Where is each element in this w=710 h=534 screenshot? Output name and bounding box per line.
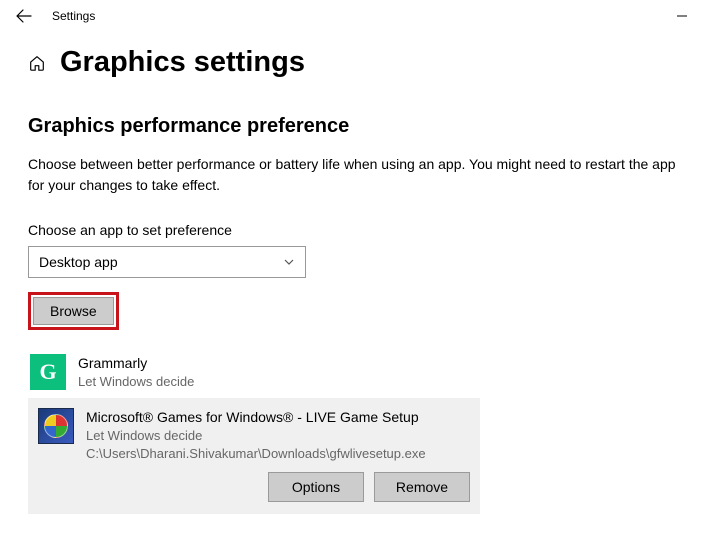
app-preference: Let Windows decide [78, 373, 470, 391]
grammarly-icon: G [30, 354, 66, 390]
choose-app-label: Choose an app to set preference [28, 222, 682, 238]
app-type-select[interactable]: Desktop app [28, 246, 306, 278]
home-icon[interactable] [28, 54, 46, 72]
app-list: G Grammarly Let Windows decide Microsoft… [28, 346, 480, 514]
minimize-button[interactable] [662, 10, 702, 22]
window-title: Settings [40, 9, 95, 23]
app-name: Grammarly [78, 354, 470, 373]
arrow-left-icon [16, 8, 32, 24]
page-header: Graphics settings [28, 46, 682, 79]
back-button[interactable] [8, 8, 40, 24]
minimize-icon [676, 10, 688, 22]
app-path: C:\Users\Dharani.Shivakumar\Downloads\gf… [86, 445, 470, 463]
browse-button[interactable]: Browse [33, 297, 114, 325]
app-row-gfwlive[interactable]: Microsoft® Games for Windows® - LIVE Gam… [28, 398, 480, 472]
app-name: Microsoft® Games for Windows® - LIVE Gam… [86, 408, 470, 427]
content-area: Graphics settings Graphics performance p… [0, 32, 710, 514]
title-bar: Settings [0, 0, 710, 32]
section-title: Graphics performance preference [28, 115, 682, 138]
app-text: Microsoft® Games for Windows® - LIVE Gam… [86, 408, 470, 462]
app-row-actions: Options Remove [28, 472, 480, 514]
windows-live-icon [38, 408, 74, 444]
page-title: Graphics settings [60, 46, 305, 79]
chevron-down-icon [283, 256, 295, 268]
section-description: Choose between better performance or bat… [28, 154, 682, 196]
remove-button[interactable]: Remove [374, 472, 470, 502]
browse-highlight: Browse [28, 292, 119, 330]
app-text: Grammarly Let Windows decide [78, 354, 470, 390]
options-button[interactable]: Options [268, 472, 364, 502]
app-type-select-value: Desktop app [39, 254, 118, 270]
app-row-grammarly[interactable]: G Grammarly Let Windows decide [28, 346, 480, 398]
app-preference: Let Windows decide [86, 427, 470, 445]
